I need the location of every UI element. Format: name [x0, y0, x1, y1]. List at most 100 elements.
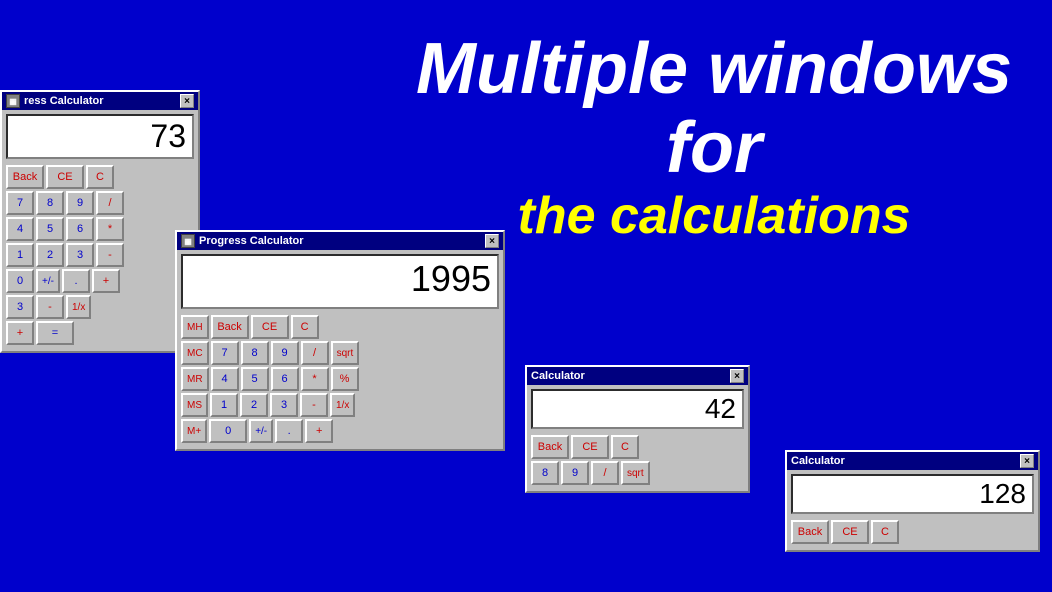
display-3: 42 [531, 389, 744, 429]
btn-row-2-4: MS 1 2 3 - 1/x [181, 393, 499, 417]
btn-4-2[interactable]: 4 [211, 367, 239, 391]
btn-sub-2[interactable]: - [300, 393, 328, 417]
btn-dot-1[interactable]: . [62, 269, 90, 293]
promo-text: Multiple windows for the calculations [416, 30, 1012, 246]
btn-3-1[interactable]: 3 [66, 243, 94, 267]
btn-row-1-5: 0 +/- . + [6, 269, 194, 293]
buttons-3: Back CE C 8 9 / sqrt [527, 433, 748, 491]
title-icon-1: ▦ [6, 94, 20, 108]
calculator-window-1: ▦ ress Calculator × 73 Back CE C 7 8 9 /… [0, 90, 200, 353]
btn-0-1[interactable]: 0 [6, 269, 34, 293]
btn-mul-2[interactable]: * [301, 367, 329, 391]
title-label-4: Calculator [791, 455, 845, 467]
calculator-window-3: Calculator × 42 Back CE C 8 9 / sqrt [525, 365, 750, 493]
btn-1-2[interactable]: 1 [210, 393, 238, 417]
btn-row-2-3: MR 4 5 6 * % [181, 367, 499, 391]
btn-row-1-3: 4 5 6 * [6, 217, 194, 241]
btn-c-4[interactable]: C [871, 520, 899, 544]
btn-sqrt-2[interactable]: sqrt [331, 341, 360, 365]
btn-row-1-6: 3 - 1/x [6, 295, 194, 319]
btn-5-1[interactable]: 5 [36, 217, 64, 241]
btn-7-2[interactable]: 7 [211, 341, 239, 365]
buttons-4: Back CE C [787, 518, 1038, 550]
btn-1-1[interactable]: 1 [6, 243, 34, 267]
btn-mr-2[interactable]: MR [181, 367, 209, 391]
btn-sub2-1[interactable]: - [36, 295, 64, 319]
btn-div-1[interactable]: / [96, 191, 124, 215]
btn-mc-2[interactable]: MC [181, 341, 209, 365]
btn-back-4[interactable]: Back [791, 520, 829, 544]
btn-row-3-2: 8 9 / sqrt [531, 461, 744, 485]
display-4: 128 [791, 474, 1034, 514]
btn-ce-2[interactable]: CE [251, 315, 289, 339]
titlebar-1: ▦ ress Calculator × [2, 92, 198, 110]
btn-row-1-7: + = [6, 321, 194, 345]
close-button-2[interactable]: × [485, 234, 499, 248]
close-button-1[interactable]: × [180, 94, 194, 108]
btn-0-2[interactable]: 0 [209, 419, 247, 443]
btn-8-3[interactable]: 8 [531, 461, 559, 485]
btn-back-1[interactable]: Back [6, 165, 44, 189]
btn-c-2[interactable]: C [291, 315, 319, 339]
btn-sub-1[interactable]: - [96, 243, 124, 267]
promo-line3: the calculations [416, 188, 1012, 245]
display-2: 1995 [181, 254, 499, 309]
btn-row-1-1: Back CE C [6, 165, 194, 189]
btn-ms-2[interactable]: MS [181, 393, 208, 417]
btn-8-1[interactable]: 8 [36, 191, 64, 215]
btn-back-3[interactable]: Back [531, 435, 569, 459]
btn-mh-2[interactable]: MH [181, 315, 209, 339]
calculator-window-2: ▦ Progress Calculator × 1995 MH Back CE … [175, 230, 505, 451]
btn-2-2[interactable]: 2 [240, 393, 268, 417]
btn-div-2[interactable]: / [301, 341, 329, 365]
btn-ce-1[interactable]: CE [46, 165, 84, 189]
btn-9-1[interactable]: 9 [66, 191, 94, 215]
btn-6-2[interactable]: 6 [271, 367, 299, 391]
title-label-1: ress Calculator [24, 95, 103, 107]
display-1: 73 [6, 114, 194, 159]
promo-line2: for [416, 109, 1012, 188]
btn-c-3[interactable]: C [611, 435, 639, 459]
btn-add-2[interactable]: + [305, 419, 333, 443]
btn-3b-1[interactable]: 3 [6, 295, 34, 319]
calculator-window-4: Calculator × 128 Back CE C [785, 450, 1040, 552]
btn-pm-2[interactable]: +/- [249, 419, 273, 443]
btn-row-2-5: M+ 0 +/- . + [181, 419, 499, 443]
title-label-2: Progress Calculator [199, 235, 304, 247]
btn-inv-2[interactable]: 1/x [330, 393, 355, 417]
btn-div-3[interactable]: / [591, 461, 619, 485]
btn-back-2[interactable]: Back [211, 315, 249, 339]
btn-7-1[interactable]: 7 [6, 191, 34, 215]
title-icon-2: ▦ [181, 234, 195, 248]
btn-ce-4[interactable]: CE [831, 520, 869, 544]
buttons-1: Back CE C 7 8 9 / 4 5 6 * 1 2 3 - 0 +/- … [2, 163, 198, 351]
btn-4-1[interactable]: 4 [6, 217, 34, 241]
btn-inv-1[interactable]: 1/x [66, 295, 91, 319]
btn-6-1[interactable]: 6 [66, 217, 94, 241]
btn-2-1[interactable]: 2 [36, 243, 64, 267]
btn-sqrt-3[interactable]: sqrt [621, 461, 650, 485]
btn-9-3[interactable]: 9 [561, 461, 589, 485]
title-label-3: Calculator [531, 370, 585, 382]
btn-dot-2[interactable]: . [275, 419, 303, 443]
btn-pct-2[interactable]: % [331, 367, 359, 391]
btn-eq-1[interactable]: = [36, 321, 74, 345]
btn-add-1[interactable]: + [92, 269, 120, 293]
btn-c-1[interactable]: C [86, 165, 114, 189]
promo-line1: Multiple windows [416, 30, 1012, 109]
btn-row-1-4: 1 2 3 - [6, 243, 194, 267]
titlebar-4: Calculator × [787, 452, 1038, 470]
close-button-4[interactable]: × [1020, 454, 1034, 468]
btn-pm-1[interactable]: +/- [36, 269, 60, 293]
btn-row-3-1: Back CE C [531, 435, 744, 459]
btn-ce-3[interactable]: CE [571, 435, 609, 459]
btn-9-2[interactable]: 9 [271, 341, 299, 365]
btn-mul-1[interactable]: * [96, 217, 124, 241]
btn-5-2[interactable]: 5 [241, 367, 269, 391]
btn-8-2[interactable]: 8 [241, 341, 269, 365]
btn-add2-1[interactable]: + [6, 321, 34, 345]
close-button-3[interactable]: × [730, 369, 744, 383]
btn-madd-2[interactable]: M+ [181, 419, 207, 443]
btn-3-2[interactable]: 3 [270, 393, 298, 417]
btn-row-4-1: Back CE C [791, 520, 1034, 544]
